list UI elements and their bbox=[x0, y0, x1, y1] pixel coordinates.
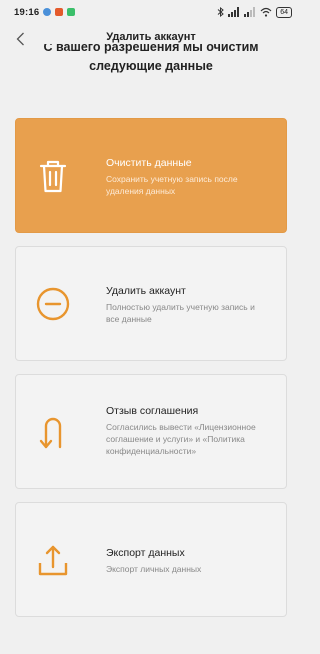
option-description: Согласились вывести «Лицензионное соглаш… bbox=[106, 422, 256, 456]
signal-icon-2 bbox=[244, 7, 256, 17]
status-time: 19:16 bbox=[14, 6, 40, 18]
status-bar: 19:16 64 bbox=[0, 0, 302, 24]
u-turn-icon bbox=[39, 417, 62, 449]
option-revoke-agreement[interactable]: Отзыв соглашения Согласились вывести «Ли… bbox=[15, 374, 287, 489]
option-delete-account[interactable]: Удалить аккаунт Полностью удалить учетну… bbox=[15, 246, 287, 361]
intro-line-2: следующие данные bbox=[89, 59, 213, 73]
notification-app-icon bbox=[55, 8, 64, 16]
option-title: Очистить данные bbox=[106, 157, 192, 169]
option-text: Очистить данные Сохранить учетную запись… bbox=[106, 157, 268, 197]
option-description: Сохранить учетную запись после удаления … bbox=[106, 174, 238, 196]
option-description: Экспорт личных данных bbox=[106, 564, 202, 574]
option-text: Удалить аккаунт Полностью удалить учетну… bbox=[106, 285, 268, 325]
export-icon bbox=[38, 545, 68, 576]
battery-indicator: 64 bbox=[276, 6, 292, 18]
signal-icon bbox=[228, 7, 240, 17]
trash-icon bbox=[39, 160, 67, 193]
intro-line-1: С вашего разрешения мы очистим bbox=[43, 44, 259, 54]
status-right: 64 bbox=[217, 6, 292, 18]
option-description: Полностью удалить учетную запись и все д… bbox=[106, 302, 255, 324]
intro-text: С вашего разрешения мы очистим следующие… bbox=[20, 44, 282, 82]
option-clear-data[interactable]: Очистить данные Сохранить учетную запись… bbox=[15, 118, 287, 233]
wifi-icon bbox=[260, 7, 272, 17]
option-text: Экспорт данных Экспорт личных данных bbox=[106, 547, 268, 575]
shield-app-icon bbox=[67, 8, 76, 16]
page-title: Удалить аккаунт bbox=[106, 31, 196, 43]
chrome-app-icon bbox=[43, 8, 52, 16]
minus-circle-icon bbox=[36, 287, 70, 321]
option-title: Экспорт данных bbox=[106, 547, 185, 559]
option-export-data[interactable]: Экспорт данных Экспорт личных данных bbox=[15, 502, 287, 617]
option-title: Отзыв соглашения bbox=[106, 405, 199, 417]
bluetooth-icon bbox=[217, 7, 224, 17]
option-text: Отзыв соглашения Согласились вывести «Ли… bbox=[106, 405, 268, 457]
status-left: 19:16 bbox=[14, 6, 76, 18]
option-title: Удалить аккаунт bbox=[106, 285, 186, 297]
